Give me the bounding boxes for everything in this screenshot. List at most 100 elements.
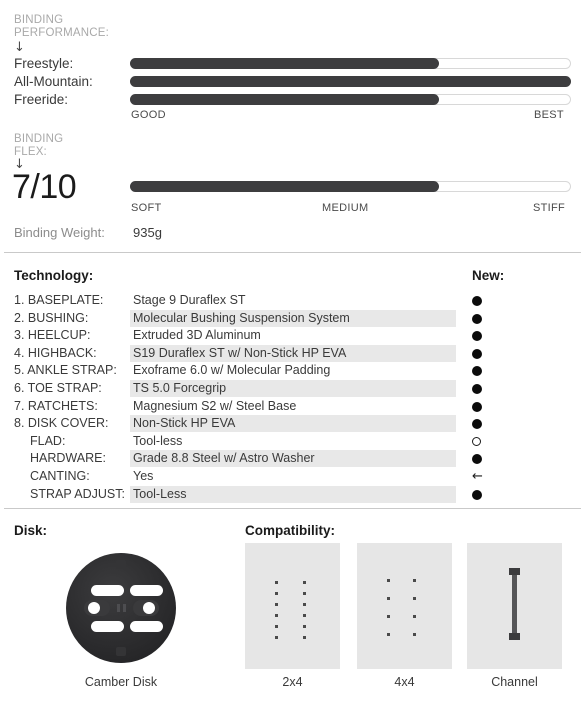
tech-row-value: Molecular Bushing Suspension System xyxy=(133,310,350,325)
tech-row: 7. RATCHETS: Magnesium S2 w/ Steel Base xyxy=(0,398,585,415)
perf-fill-freeride xyxy=(130,94,439,105)
perf-fill-freestyle xyxy=(130,58,439,69)
tech-row: 6. TOE STRAP: TS 5.0 Forcegrip xyxy=(0,380,585,397)
flex-scale-mid: MEDIUM xyxy=(322,202,369,214)
tech-row-value: Yes xyxy=(133,469,154,483)
tech-row-value: Exoframe 6.0 w/ Molecular Padding xyxy=(133,363,331,378)
insert-hole-dot xyxy=(413,579,416,582)
insert-hole-dot xyxy=(303,614,306,617)
filled-dot-icon xyxy=(472,366,482,377)
filled-dot-icon xyxy=(472,296,482,306)
insert-hole-dot xyxy=(275,636,278,639)
binding-flex-heading: BINDING FLEX: xyxy=(14,133,64,158)
perf-fill-all-mountain xyxy=(130,76,571,87)
tech-row: 5. ANKLE STRAP: Exoframe 6.0 w/ Molecular… xyxy=(0,362,585,379)
perf-scale-left: GOOD xyxy=(131,109,166,121)
perf-label-freestyle: Freestyle: xyxy=(14,56,74,71)
insert-hole-dot xyxy=(387,597,390,600)
tech-row-key: 8. DISK COVER: xyxy=(14,416,109,431)
flex-scale-right: STIFF xyxy=(533,202,566,214)
insert-hole-dot xyxy=(275,581,278,584)
insert-hole-dot xyxy=(387,633,390,636)
tech-row-value: S19 Duraflex ST w/ Non-Stick HP EVA xyxy=(133,345,347,360)
tech-row-key: 3. HEELCUP: xyxy=(14,328,91,343)
product-spec-panel: BINDING PERFORMANCE: ↓ Freestyle: All-Mo… xyxy=(0,0,585,704)
compatibility-pattern-4x4 xyxy=(357,543,452,669)
perf-label-freeride: Freeride: xyxy=(14,92,69,107)
filled-dot-icon xyxy=(472,489,482,500)
insert-hole-dot xyxy=(303,581,306,584)
flex-fill xyxy=(130,181,439,192)
tech-row: 8. DISK COVER: Non-Stick HP EVA xyxy=(0,415,585,433)
tech-row-value: Stage 9 Duraflex ST xyxy=(133,293,246,307)
compatibility-caption: 2x4 xyxy=(282,675,303,689)
tech-row: 3. HEELCUP: Extruded 3D Aluminum xyxy=(0,327,585,344)
tech-row: HARDWARE: Grade 8.8 Steel w/ Astro Washer xyxy=(0,450,585,468)
compatibility-pattern-2x4 xyxy=(245,543,340,669)
insert-hole-dot xyxy=(275,592,278,595)
insert-hole-dot xyxy=(275,603,278,606)
tech-new-marker-filled xyxy=(472,384,482,394)
tech-row-key: 1. BASEPLATE: xyxy=(14,293,104,307)
tech-new-marker-filled xyxy=(472,454,482,465)
perf-track-freeride xyxy=(130,94,571,105)
tech-row-value: Non-Stick HP EVA xyxy=(133,416,236,431)
disk-caption: Camber Disk xyxy=(84,675,158,689)
tech-row-value: Extruded 3D Aluminum xyxy=(133,328,261,343)
divider-bottom xyxy=(4,508,581,509)
perf-track-all-mountain xyxy=(130,76,571,87)
binding-weight-value: 935g xyxy=(133,225,162,240)
channel-end-cap xyxy=(509,568,520,575)
filled-dot-icon xyxy=(472,348,482,359)
tech-row-value: Tool-Less xyxy=(133,486,187,501)
insert-hole-dot xyxy=(303,592,306,595)
divider-top xyxy=(4,252,581,253)
tech-row-value: Magnesium S2 w/ Steel Base xyxy=(133,398,297,413)
tech-row-value: Tool-less xyxy=(133,433,183,448)
tech-new-marker-filled xyxy=(472,296,482,306)
tech-row-key: 6. TOE STRAP: xyxy=(14,381,102,395)
tech-new-marker-filled xyxy=(472,313,482,324)
insert-hole-dot xyxy=(303,625,306,628)
filled-dot-icon xyxy=(472,401,482,412)
filled-dot-icon xyxy=(472,384,482,394)
tech-new-marker-arrow: ← xyxy=(472,469,483,484)
insert-hole-dot xyxy=(303,636,306,639)
perf-track-freestyle xyxy=(130,58,571,69)
technology-new-title: New: xyxy=(472,268,505,283)
filled-dot-icon xyxy=(472,419,482,430)
insert-hole-dot xyxy=(275,614,278,617)
compatibility-caption: Channel xyxy=(491,675,538,689)
filled-dot-icon xyxy=(472,313,482,324)
tech-row-key: HARDWARE: xyxy=(30,451,106,466)
tech-row: CANTING: Yes ← xyxy=(0,468,585,485)
perf-scale-right: BEST xyxy=(534,109,564,121)
insert-hole-dot xyxy=(275,625,278,628)
insert-hole-dot xyxy=(413,633,416,636)
arrow-left-icon: ← xyxy=(472,469,483,484)
tech-new-marker-filled xyxy=(472,331,482,342)
insert-hole-dot xyxy=(413,597,416,600)
binding-weight-label: Binding Weight: xyxy=(14,225,105,240)
perf-label-all-mountain: All-Mountain: xyxy=(14,74,93,89)
tech-row: FLAD: Tool-less xyxy=(0,433,585,450)
tech-new-marker-filled xyxy=(472,419,482,430)
compatibility-pattern-channel xyxy=(467,543,562,669)
compatibility-caption: 4x4 xyxy=(394,675,415,689)
down-arrow-icon: ↓ xyxy=(14,40,25,55)
tech-row: 1. BASEPLATE: Stage 9 Duraflex ST xyxy=(0,292,585,309)
filled-dot-icon xyxy=(472,454,482,465)
insert-hole-dot xyxy=(387,615,390,618)
tech-row: 2. BUSHING: Molecular Bushing Suspension … xyxy=(0,309,585,327)
tech-row-key: 7. RATCHETS: xyxy=(14,398,98,413)
disk-title: Disk: xyxy=(14,523,48,538)
tech-row-value: TS 5.0 Forcegrip xyxy=(133,381,227,395)
insert-hole-dot xyxy=(387,579,390,582)
tech-row-key: 5. ANKLE STRAP: xyxy=(14,363,117,378)
tech-row: 4. HIGHBACK: S19 Duraflex ST w/ Non-Stick… xyxy=(0,344,585,362)
technology-title: Technology: xyxy=(14,268,94,283)
compatibility-title: Compatibility: xyxy=(245,523,335,538)
tech-row-key: FLAD: xyxy=(30,433,66,448)
channel-end-cap xyxy=(509,633,520,640)
camber-disk-image xyxy=(62,552,180,664)
